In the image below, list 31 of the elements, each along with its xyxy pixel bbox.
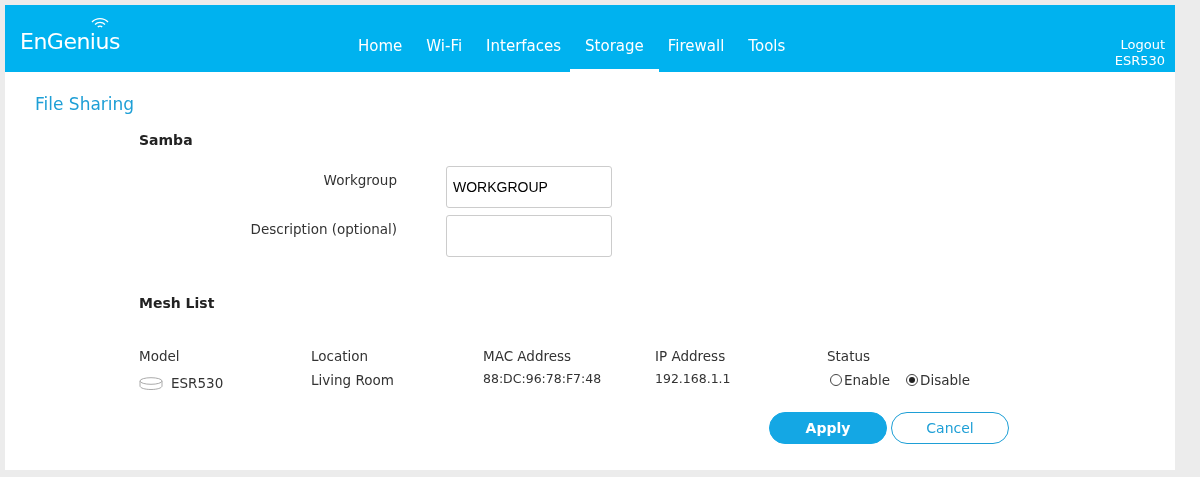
column-header: IP Address: [655, 346, 727, 366]
action-button[interactable]: Cancel: [891, 412, 1009, 444]
logout-link[interactable]: Logout: [1120, 37, 1165, 53]
device-name: ESR530: [1114, 53, 1165, 69]
column-header: Location: [311, 346, 370, 366]
nav-tab[interactable]: Storage: [570, 31, 659, 72]
nav-tab[interactable]: Wi-Fi: [426, 31, 463, 72]
table-cell-text: 88:DC:96:78:F7:48: [483, 369, 603, 388]
column-header: MAC Address: [483, 346, 573, 366]
table-cell-text: Living Room: [311, 370, 395, 390]
column-header: Status: [827, 346, 872, 366]
section-heading: Samba: [138, 130, 194, 150]
section-heading: Mesh List: [138, 293, 216, 313]
input-field[interactable]: WORKGROUP: [446, 165, 612, 208]
wifi-icon: [91, 17, 109, 29]
input-field[interactable]: [446, 214, 612, 257]
logo-text: EnGenius: [20, 29, 120, 54]
nav-tab[interactable]: Tools: [748, 31, 786, 72]
table-cell-text: ESR530: [171, 373, 224, 393]
router-icon: [139, 377, 163, 390]
radio-option[interactable]: Disable: [906, 369, 971, 390]
radio-option[interactable]: Enable: [830, 369, 890, 390]
nav-tab[interactable]: Interfaces: [486, 31, 562, 72]
page-title: File Sharing: [34, 93, 136, 116]
nav-tab[interactable]: Home: [358, 31, 403, 72]
table-cell-text: 192.168.1.1: [655, 369, 732, 388]
field-label: Description (optional): [249, 219, 397, 239]
field-label: Workgroup: [322, 170, 397, 190]
action-button[interactable]: Apply: [769, 412, 887, 444]
nav-tab[interactable]: Firewall: [667, 31, 725, 72]
column-header: Model: [139, 346, 181, 366]
